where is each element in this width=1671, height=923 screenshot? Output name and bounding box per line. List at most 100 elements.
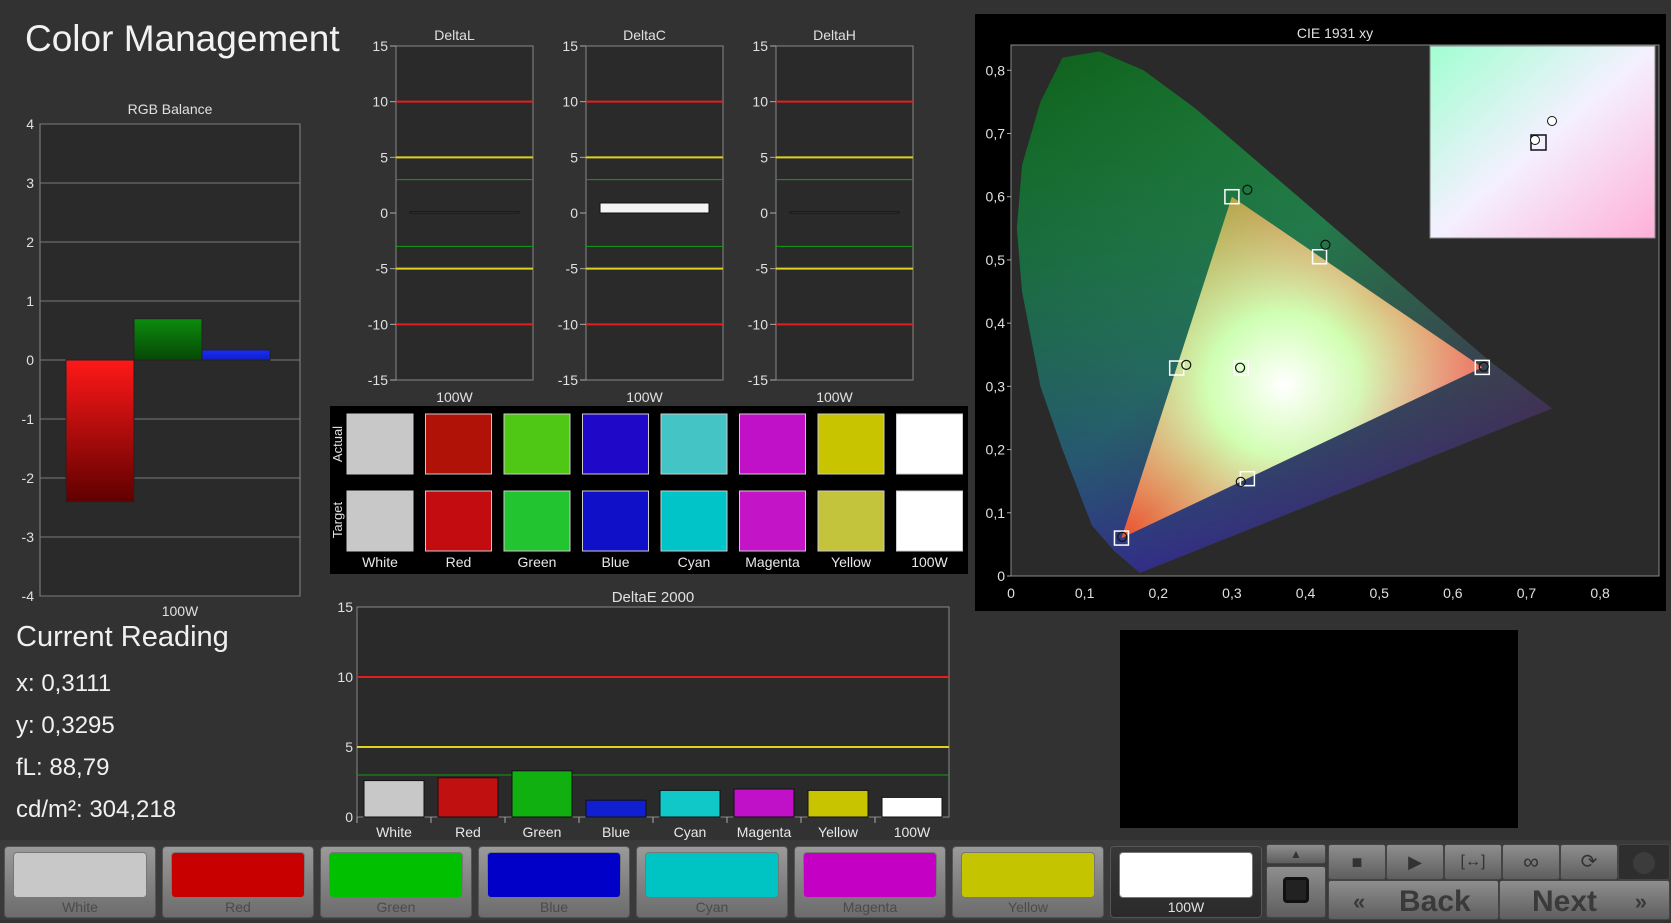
deltae-category-label: Red <box>455 824 481 840</box>
swatch-actual <box>739 413 806 475</box>
color-button-100w[interactable]: 100W <box>1110 846 1262 918</box>
deltae-bar <box>807 789 869 818</box>
delta-tick-label: -15 <box>558 372 578 388</box>
stop-square-icon <box>1283 877 1309 903</box>
deltae-tick-label: 10 <box>337 669 353 685</box>
delta-tick-label: 15 <box>562 38 578 54</box>
swatch-target <box>346 490 414 552</box>
swatch-label: Yellow <box>831 554 872 570</box>
delta-tick-label: 0 <box>570 205 578 221</box>
infinity-icon: ∞ <box>1523 849 1539 874</box>
color-button-red[interactable]: Red <box>162 846 314 918</box>
delta-x-label: 100W <box>816 389 853 405</box>
cie-title: CIE 1931 xy <box>1297 25 1373 41</box>
swatch-panel: Actual Target White Red Green Blue Cyan Magenta… <box>330 406 968 574</box>
next-label: Next <box>1532 885 1598 918</box>
color-button-swatch <box>1119 852 1253 898</box>
stop-button[interactable]: ■ <box>1328 844 1386 880</box>
color-button-cyan[interactable]: Cyan <box>636 846 788 918</box>
play-button[interactable]: ▶ <box>1386 844 1444 880</box>
swatch-label: 100W <box>911 554 948 570</box>
swatch-target <box>582 490 649 552</box>
delta-bar <box>789 211 900 214</box>
delta-tick-label: 5 <box>570 149 578 165</box>
rgb-tick-label: 2 <box>26 234 34 250</box>
back-label: Back <box>1399 885 1471 918</box>
cie-x-tick-label: 0,2 <box>1149 585 1169 601</box>
deltae-category-label: Green <box>523 824 562 840</box>
color-button-magenta[interactable]: Magenta <box>794 846 946 918</box>
deltae-title: DeltaE 2000 <box>612 589 695 606</box>
delta-tick-label: 15 <box>752 38 768 54</box>
color-button-label: Green <box>376 899 416 915</box>
rgb-tick-label: 4 <box>26 116 34 132</box>
rgb-tick-label: -4 <box>22 588 35 604</box>
color-button-green[interactable]: Green <box>320 846 472 918</box>
cie-y-tick-label: 0,2 <box>986 442 1006 458</box>
refresh-button[interactable]: ⟳ <box>1560 844 1618 880</box>
stop-toggle-button[interactable] <box>1266 866 1326 918</box>
deltae-bar <box>659 789 721 818</box>
color-button-blue[interactable]: Blue <box>478 846 630 918</box>
delta-tick-label: -10 <box>558 316 578 332</box>
cie-zoom-point <box>1547 116 1557 126</box>
reading-fl: fL: 88,79 <box>16 754 110 781</box>
delta-tick-label: -5 <box>566 261 579 277</box>
deltae-category-label: Blue <box>602 824 630 840</box>
fit-button[interactable]: [↔] <box>1444 844 1502 880</box>
current-reading-title: Current Reading <box>16 621 229 653</box>
swatch-actual <box>817 413 885 475</box>
caret-up-icon: ▲ <box>1290 847 1302 861</box>
delta-tick-label: -15 <box>368 372 388 388</box>
stop-icon: ■ <box>1351 852 1363 872</box>
cie-y-tick-label: 0,5 <box>986 252 1006 268</box>
color-button-swatch <box>961 852 1095 898</box>
next-button[interactable]: Next » <box>1499 880 1670 920</box>
color-button-label: Yellow <box>1008 899 1048 915</box>
cie-x-tick-label: 0,4 <box>1296 585 1316 601</box>
continuous-button[interactable]: ∞ <box>1502 844 1560 880</box>
delta-tick-label: 5 <box>760 149 768 165</box>
swatch-label: Cyan <box>678 554 711 570</box>
swatch-label: Blue <box>601 554 629 570</box>
refresh-icon: ⟳ <box>1580 851 1598 873</box>
delta-tick-label: -10 <box>748 316 768 332</box>
cie-x-tick-label: 0,5 <box>1369 585 1389 601</box>
color-button-swatch <box>645 852 779 898</box>
collapse-button[interactable]: ▲ <box>1266 844 1326 864</box>
cie-x-tick-label: 0,6 <box>1443 585 1463 601</box>
color-button-swatch <box>803 852 937 898</box>
rgb-x-label: 100W <box>162 603 199 619</box>
rgb-bar-blue <box>201 349 271 361</box>
delta-tick-label: -5 <box>756 261 769 277</box>
rgb-tick-label: 1 <box>26 293 34 309</box>
swatch-actual <box>896 413 963 475</box>
rgb-tick-label: 3 <box>26 175 34 191</box>
swatch-actual <box>503 413 571 475</box>
delta-tick-label: 10 <box>372 94 388 110</box>
deltae-category-label: Yellow <box>818 824 859 840</box>
deltae-category-label: White <box>376 824 412 840</box>
swatch-actual <box>582 413 649 475</box>
swatch-target <box>739 490 806 552</box>
options-button[interactable] <box>1618 844 1670 880</box>
deltae-bar <box>511 770 573 818</box>
color-button-swatch <box>171 852 305 898</box>
rgb-tick-label: -2 <box>22 470 35 486</box>
swatch-target <box>660 490 728 552</box>
swatch-target <box>425 490 492 552</box>
cie-x-tick-label: 0,3 <box>1222 585 1242 601</box>
swatch-label: White <box>362 554 398 570</box>
color-button-white[interactable]: White <box>4 846 156 918</box>
back-button[interactable]: « Back <box>1328 880 1499 920</box>
cie-y-tick-label: 0,7 <box>986 126 1006 142</box>
delta-tick-label: 10 <box>752 94 768 110</box>
delta-charts: DeltaL 15 10 5 0 -5 -10 -15 100W DeltaC 15 10 5 0 -5 -1… <box>368 27 914 405</box>
preview-area <box>1120 630 1518 828</box>
cie-y-tick-label: 0 <box>997 568 1005 584</box>
chevron-right-icon: » <box>1634 889 1647 914</box>
color-button-yellow[interactable]: Yellow <box>952 846 1104 918</box>
rgb-balance-chart: RGB Balance 4 3 2 1 0 -1 -2 -3 -4 100W <box>22 101 301 619</box>
cie-zoom-measured-point <box>1530 135 1540 145</box>
swatch-label: Red <box>446 554 472 570</box>
